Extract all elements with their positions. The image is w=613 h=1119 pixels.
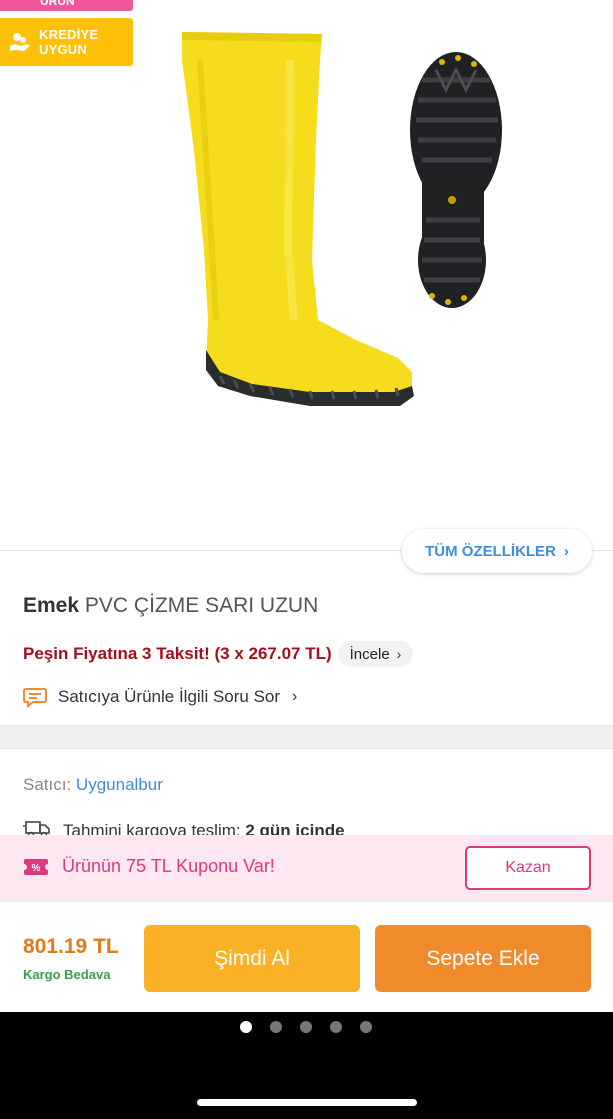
credit-eligible-badge: KREDİYE UYGUN bbox=[0, 18, 133, 66]
section-separator bbox=[0, 725, 613, 749]
seller-row: Satıcı: Uygunalbur bbox=[23, 775, 163, 795]
truck-icon bbox=[23, 819, 51, 835]
installment-text: Peşin Fiyatına 3 Taksit! (3 x 267.07 TL) bbox=[23, 644, 332, 663]
chevron-right-icon: › bbox=[563, 542, 569, 560]
all-features-label: TÜM ÖZELLİKLER bbox=[425, 542, 556, 560]
review-button[interactable]: İncele › bbox=[337, 641, 414, 667]
home-indicator[interactable] bbox=[197, 1099, 417, 1106]
free-shipping-label: Kargo Bedava bbox=[23, 967, 111, 982]
svg-text:%: % bbox=[32, 863, 41, 874]
purchase-bar: 801.19 TL Kargo Bedava Şimdi Al Sepete E… bbox=[0, 901, 613, 1012]
seller-name-link[interactable]: Uygunalbur bbox=[76, 775, 163, 794]
credit-badge-line2: UYGUN bbox=[39, 42, 87, 57]
installment-row: Peşin Fiyatına 3 Taksit! (3 x 267.07 TL)… bbox=[23, 641, 414, 667]
credit-badge-line1: KREDİYE bbox=[39, 27, 99, 42]
add-to-cart-button[interactable]: Sepete Ekle bbox=[375, 925, 591, 992]
chat-bubble-icon bbox=[23, 686, 47, 709]
coupon-text: Ürünün 75 TL Kuponu Var! bbox=[62, 856, 275, 876]
chevron-right-icon: › bbox=[396, 646, 402, 662]
pagination-dot[interactable] bbox=[300, 1021, 312, 1033]
shipping-label: Tahmini kargoya teslim: bbox=[63, 821, 241, 835]
pagination-dot[interactable] bbox=[240, 1021, 252, 1033]
shipping-row: Tahmini kargoya teslim: 2 gün içinde bbox=[23, 817, 345, 835]
all-features-button[interactable]: TÜM ÖZELLİKLER › bbox=[402, 529, 592, 573]
coupon-bar: % Ürünün 75 TL Kuponu Var! Kazan bbox=[0, 835, 613, 901]
ask-seller-link[interactable]: Satıcıya Ürünle İlgili Soru Sor › bbox=[23, 684, 297, 710]
chevron-right-icon: › bbox=[292, 688, 298, 705]
review-label: İncele bbox=[349, 645, 390, 663]
price: 801.19 TL bbox=[23, 935, 119, 958]
seller-label: Satıcı: bbox=[23, 775, 72, 794]
ask-seller-label: Satıcıya Ürünle İlgili Soru Sor bbox=[58, 687, 281, 706]
pagination-dot[interactable] bbox=[330, 1021, 342, 1033]
shipping-value: 2 gün içinde bbox=[245, 821, 345, 835]
footer-area bbox=[0, 1012, 613, 1119]
product-name: PVC ÇİZME SARI UZUN bbox=[84, 594, 319, 617]
coupon-icon: % bbox=[21, 857, 51, 877]
product-image[interactable] bbox=[160, 20, 520, 420]
gallery-pagination bbox=[240, 1021, 390, 1033]
coins-hand-icon bbox=[8, 30, 32, 54]
top-badge: ÜRÜN bbox=[0, 0, 133, 11]
earn-coupon-button[interactable]: Kazan bbox=[465, 846, 591, 890]
buy-now-button[interactable]: Şimdi Al bbox=[144, 925, 360, 992]
product-brand: Emek bbox=[23, 594, 80, 617]
pagination-dot[interactable] bbox=[360, 1021, 372, 1033]
top-badge-label: ÜRÜN bbox=[40, 0, 75, 8]
product-title: Emek PVC ÇİZME SARI UZUN bbox=[23, 594, 318, 618]
pagination-dot[interactable] bbox=[270, 1021, 282, 1033]
